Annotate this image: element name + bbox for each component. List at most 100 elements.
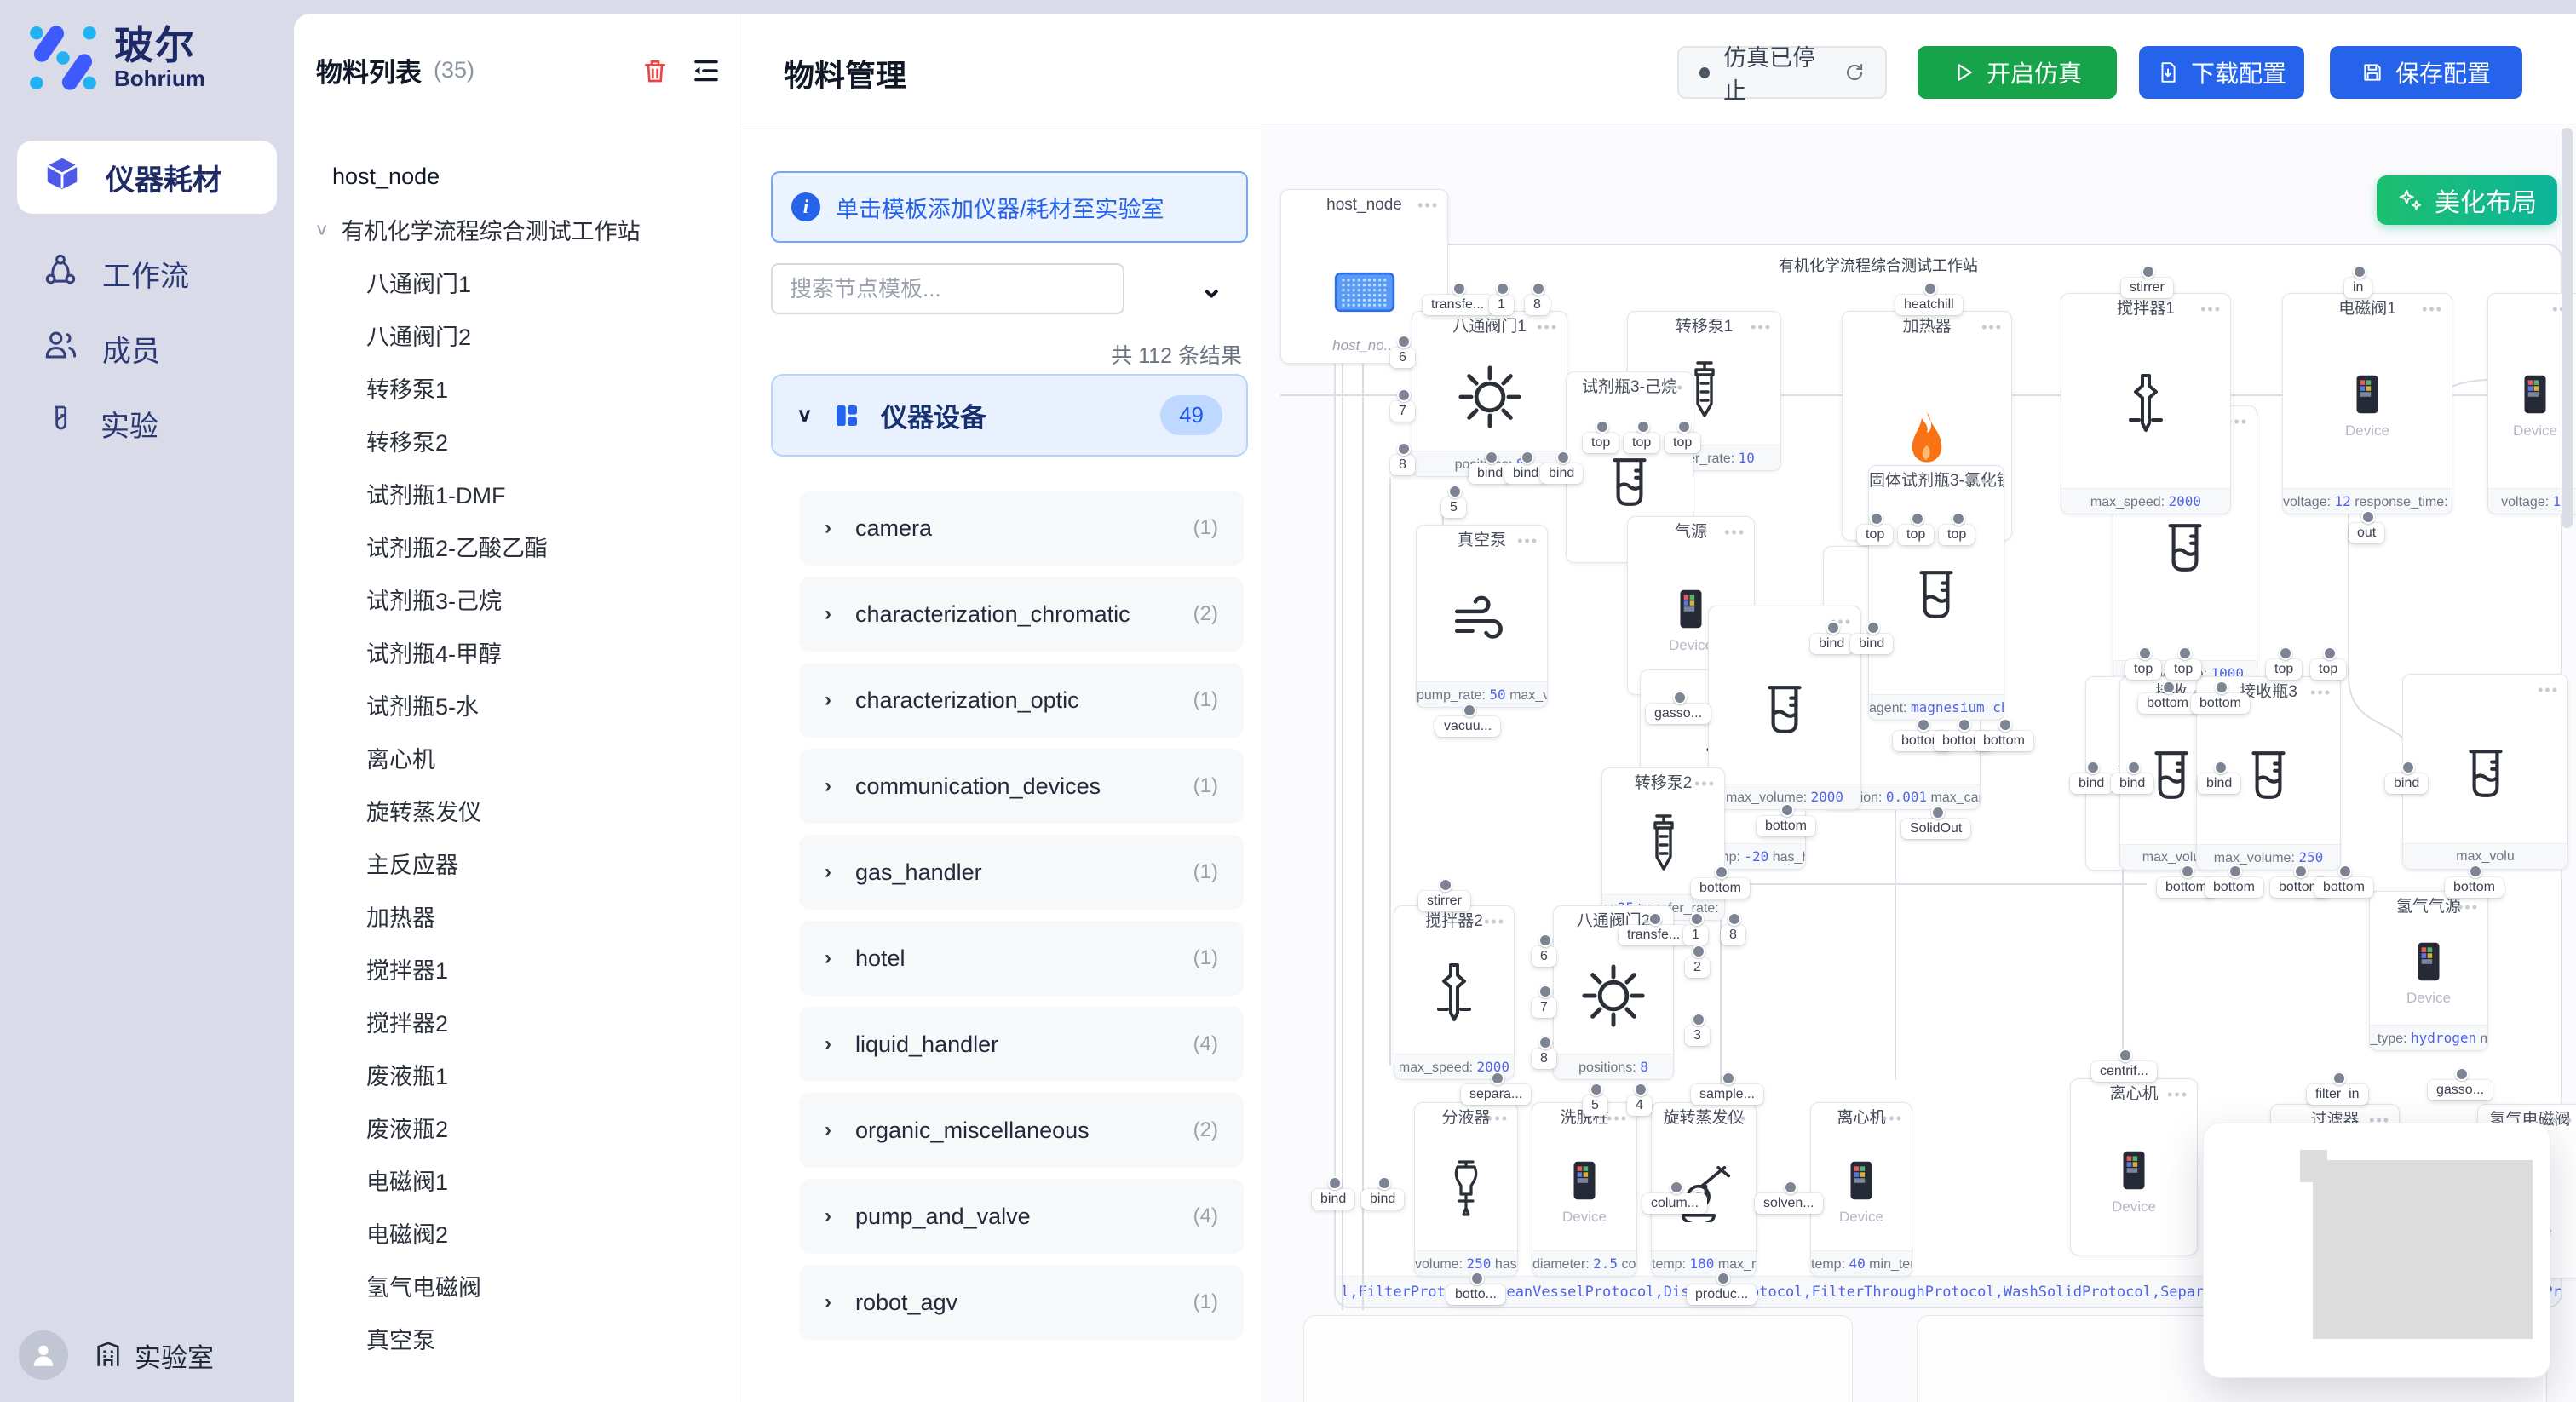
port-pill[interactable]: bottom <box>1757 816 1815 836</box>
port-pill[interactable]: 3 <box>1685 1026 1710 1046</box>
category-row-gas_handler[interactable]: › gas_handler (1) <box>799 835 1244 910</box>
canvas-node[interactable]: 离心机•••Device <box>2070 1078 2198 1255</box>
port-pill[interactable]: top <box>2165 659 2201 680</box>
port-pill[interactable]: bottom <box>1691 878 1750 899</box>
node-menu-icon[interactable]: ••• <box>1724 517 1745 548</box>
port-pill[interactable]: top <box>1583 433 1619 453</box>
node-menu-icon[interactable]: ••• <box>2552 1105 2573 1135</box>
start-simulation-button[interactable]: 开启仿真 <box>1918 46 2117 99</box>
port-pill[interactable]: stirrer <box>2121 278 2173 298</box>
port-pill[interactable]: bind <box>2070 773 2113 794</box>
port-pill[interactable]: 8 <box>1721 925 1745 945</box>
node-menu-icon[interactable]: ••• <box>1751 312 1772 342</box>
port-pill[interactable]: 5 <box>1441 497 1466 518</box>
save-config-button[interactable]: 保存配置 <box>2330 46 2522 99</box>
port-pill[interactable]: 7 <box>1390 401 1415 422</box>
node-menu-icon[interactable]: ••• <box>1487 1103 1509 1134</box>
port-pill[interactable]: bottom <box>2191 693 2250 714</box>
port-pill[interactable]: top <box>1898 525 1934 545</box>
port-pill[interactable]: bind <box>1810 634 1853 654</box>
tree-item[interactable]: 试剂瓶4-甲醇 <box>294 625 739 678</box>
collapse-list-icon[interactable] <box>691 58 722 83</box>
page-scrollbar[interactable] <box>2562 128 2573 528</box>
sidebar-item-experiments[interactable]: 实验 <box>17 387 277 460</box>
avatar[interactable] <box>19 1330 68 1380</box>
port-pill[interactable]: botto... <box>1446 1284 1505 1305</box>
port-pill[interactable]: separa... <box>1461 1084 1531 1105</box>
port-pill[interactable]: gasso... <box>1646 704 1711 724</box>
tree-item[interactable]: 废液瓶2 <box>294 1100 739 1153</box>
trash-icon[interactable] <box>641 56 669 85</box>
canvas-node[interactable]: 离心机•••Devicetemp: 40 min_temp: 4 <box>1810 1102 1912 1277</box>
tree-group-workstation[interactable]: ∨ 有机化学流程综合测试工作站 <box>294 203 739 256</box>
port-pill[interactable]: top <box>1939 525 1975 545</box>
tree-item[interactable]: 转移泵1 <box>294 361 739 414</box>
port-pill[interactable]: top <box>1665 433 1700 453</box>
chevron-down-icon[interactable]: ⌄ <box>1199 271 1224 305</box>
port-pill[interactable]: bind <box>1312 1189 1354 1210</box>
port-pill[interactable]: bottom <box>2205 877 2263 898</box>
tree-item[interactable]: 电磁阀2 <box>294 1206 739 1259</box>
port-pill[interactable]: bind <box>1361 1189 1404 1210</box>
port-pill[interactable]: top <box>2266 659 2302 680</box>
canvas-node[interactable]: 旋转蒸发仪•••temp: 180 max_rotation_speed: <box>1651 1102 1757 1277</box>
port-pill[interactable]: stirrer <box>1418 891 1470 911</box>
canvas-node[interactable]: 氢气气源•••Device_type: hydrogen max_pre <box>2369 891 2488 1051</box>
category-row-organic_miscellaneous[interactable]: › organic_miscellaneous (2) <box>799 1093 1244 1168</box>
template-search-input[interactable] <box>771 263 1124 314</box>
port-pill[interactable]: in <box>2344 278 2372 298</box>
port-pill[interactable]: bottom <box>2445 877 2504 898</box>
port-pill[interactable]: bottom <box>1975 731 2033 751</box>
sidebar-item-workflow[interactable]: 工作流 <box>17 237 277 310</box>
node-menu-icon[interactable]: ••• <box>1981 312 2003 342</box>
tree-item-host-node[interactable]: host_node <box>294 150 739 203</box>
port-pill[interactable]: top <box>1624 433 1659 453</box>
flow-canvas[interactable]: 有机化学流程综合测试工作站 l,FilterProtocol,CleanVess… <box>1261 124 2576 1402</box>
port-pill[interactable]: filter_in <box>2307 1084 2368 1105</box>
port-pill[interactable]: top <box>2125 659 2161 680</box>
port-pill[interactable]: centrif... <box>2091 1061 2157 1082</box>
tree-item[interactable]: 转移泵2 <box>294 414 739 467</box>
port-pill[interactable]: bind <box>1540 463 1583 484</box>
canvas-node[interactable]: 洗脱柱•••Devicediameter: 2.5 column_type: s… <box>1532 1102 1637 1277</box>
port-pill[interactable]: 4 <box>1627 1095 1652 1116</box>
tree-item[interactable]: 加热器 <box>294 889 739 942</box>
node-menu-icon[interactable]: ••• <box>2538 675 2559 705</box>
port-pill[interactable]: 1 <box>1683 925 1708 945</box>
port-pill[interactable]: solven... <box>1755 1193 1823 1214</box>
tree-item[interactable]: 废液瓶1 <box>294 1048 739 1100</box>
section-instruments[interactable]: ∨ 仪器设备 49 <box>771 374 1248 457</box>
node-menu-icon[interactable]: ••• <box>1537 312 1558 342</box>
tree-item[interactable]: 旋转蒸发仪 <box>294 784 739 836</box>
canvas-node[interactable]: 电磁阀1•••Devicevoltage: 12 response_time: … <box>2282 293 2452 514</box>
category-row-characterization_chromatic[interactable]: › characterization_chromatic (2) <box>799 577 1244 652</box>
port-pill[interactable]: top <box>1857 525 1893 545</box>
category-row-pump_and_valve[interactable]: › pump_and_valve (4) <box>799 1179 1244 1254</box>
port-pill[interactable]: 7 <box>1532 997 1556 1018</box>
port-pill[interactable]: transfe... <box>1619 925 1688 945</box>
sidebar-item-members[interactable]: 成员 <box>17 312 277 385</box>
tree-item[interactable]: 八通阀门1 <box>294 256 739 308</box>
node-menu-icon[interactable]: ••• <box>2167 1079 2188 1110</box>
category-row-robot_agv[interactable]: › robot_agv (1) <box>799 1265 1244 1340</box>
refresh-icon[interactable] <box>1844 61 1865 83</box>
node-menu-icon[interactable]: ••• <box>1417 190 1439 221</box>
category-row-characterization_optic[interactable]: › characterization_optic (1) <box>799 663 1244 738</box>
tree-item[interactable]: 八通阀门2 <box>294 308 739 361</box>
canvas-node[interactable]: •••max_volu <box>2402 674 2568 870</box>
port-pill[interactable]: vacuu... <box>1435 716 1500 737</box>
node-menu-icon[interactable]: ••• <box>1607 1103 1628 1134</box>
tree-item[interactable]: 离心机 <box>294 731 739 784</box>
node-menu-icon[interactable]: ••• <box>1974 466 1995 497</box>
category-row-camera[interactable]: › camera (1) <box>799 491 1244 566</box>
port-pill[interactable]: 8 <box>1390 455 1415 475</box>
port-pill[interactable]: produc... <box>1687 1284 1757 1305</box>
port-pill[interactable]: top <box>2310 659 2346 680</box>
node-menu-icon[interactable]: ••• <box>1726 1103 1747 1134</box>
port-pill[interactable]: bottom <box>2314 877 2373 898</box>
sidebar-item-lab[interactable]: 实验室 <box>94 1336 214 1375</box>
canvas-node[interactable]: 真空泵•••pump_rate: 50 max_vacuum: 0.1 <box>1416 525 1548 708</box>
tree-item[interactable]: 试剂瓶5-水 <box>294 678 739 731</box>
tree-item[interactable]: 主反应器 <box>294 836 739 889</box>
port-pill[interactable]: bind <box>2198 773 2240 794</box>
